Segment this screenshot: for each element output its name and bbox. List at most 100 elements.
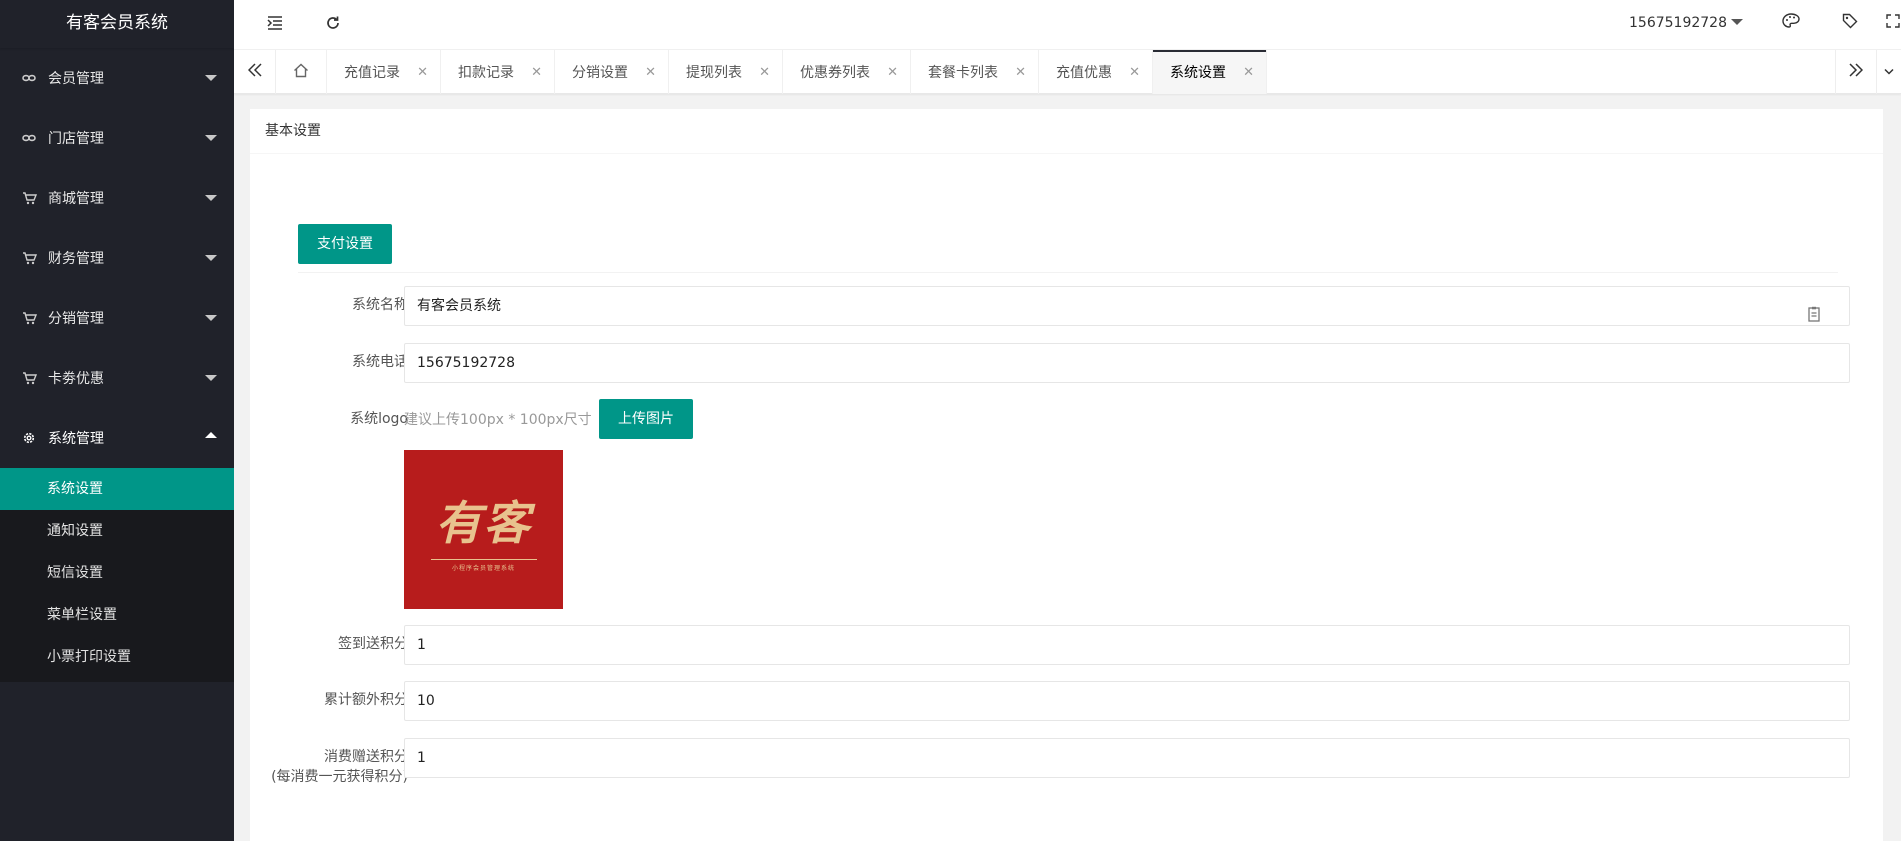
close-icon[interactable]: ✕ [887, 65, 898, 80]
logo-subtitle: 小程序会员管理系统 [451, 565, 515, 572]
fullscreen-button[interactable] [1884, 0, 1901, 46]
extra-points-input[interactable]: 10 [404, 681, 1850, 721]
cart-icon [20, 249, 38, 267]
sidebar-item-coupon[interactable]: 卡劵优惠 [0, 348, 234, 408]
signin-points-input[interactable]: 1 [404, 625, 1850, 665]
consume-points-input[interactable]: 1 [404, 738, 1850, 778]
chevron-up-icon [205, 432, 217, 438]
close-icon[interactable]: ✕ [1015, 65, 1026, 80]
refresh-button[interactable] [308, 0, 358, 50]
sidebar-item-label: 门店管理 [48, 131, 104, 147]
close-icon[interactable]: ✕ [1129, 65, 1140, 80]
palette-icon [1782, 13, 1800, 33]
system-phone-value: 15675192728 [417, 355, 515, 371]
system-phone-label: 系统电话 [352, 354, 408, 370]
sidebar-subitem-receipt-settings[interactable]: 小票打印设置 [0, 636, 234, 678]
tag-button[interactable] [1830, 0, 1870, 46]
close-icon[interactable]: ✕ [531, 65, 542, 80]
tab-system-settings[interactable]: 系统设置 ✕ [1153, 50, 1267, 94]
clipboard-icon [1807, 299, 1821, 322]
tab-label: 提现列表 [686, 65, 742, 81]
system-logo-label: 系统logo [350, 411, 408, 427]
close-icon[interactable]: ✕ [1243, 65, 1254, 80]
tabs-list: 充值记录 ✕ 扣款记录 ✕ 分销设置 ✕ 提现列表 ✕ 优惠券列表 ✕ 套餐卡列表 ✕ 充值… [276, 50, 1267, 94]
consume-points-value: 1 [417, 750, 426, 766]
tab-package-card-list[interactable]: 套餐卡列表 ✕ [911, 50, 1039, 94]
signin-points-value: 1 [417, 637, 426, 653]
basic-settings-card: 基本设置 支付设置 系统名称 有客会员系统 系统电话 15675192728 系… [250, 109, 1883, 841]
chevron-down-icon [1884, 64, 1894, 80]
chevron-down-icon [205, 315, 217, 321]
sidebar-item-member[interactable]: 会员管理 [0, 48, 234, 108]
user-menu[interactable]: 15675192728 [1629, 0, 1743, 46]
upload-image-button[interactable]: 上传图片 [599, 399, 693, 439]
tabs-scroll-right-button[interactable] [1835, 50, 1877, 94]
double-chevron-right-icon [1849, 63, 1864, 81]
chevron-down-icon [205, 75, 217, 81]
sidebar-subitem-sms-settings[interactable]: 短信设置 [0, 552, 234, 594]
sidebar-item-label: 会员管理 [48, 71, 104, 87]
system-name-value: 有客会员系统 [417, 298, 501, 314]
sidebar-subitem-notify-settings[interactable]: 通知设置 [0, 510, 234, 552]
pay-settings-bar: 支付设置 [298, 215, 1838, 273]
sidebar-item-label: 分销管理 [48, 311, 104, 327]
tab-label: 优惠券列表 [800, 65, 870, 81]
app-logo-title: 有客会员系统 [0, 0, 234, 48]
menu-toggle-button[interactable] [250, 0, 300, 50]
cart-icon [20, 189, 38, 207]
tab-home[interactable] [276, 50, 327, 94]
consume-points-label: 消费赠送积分 (每消费一元获得积分) [270, 747, 408, 787]
theme-button[interactable] [1771, 0, 1811, 46]
sidebar-item-finance[interactable]: 财务管理 [0, 228, 234, 288]
cart-icon [20, 309, 38, 327]
consume-points-label-main: 消费赠送积分 [324, 749, 408, 765]
sidebar-item-label: 系统管理 [48, 431, 104, 447]
close-icon[interactable]: ✕ [417, 65, 428, 80]
card-title: 基本设置 [250, 109, 1883, 154]
sidebar: 有客会员系统 会员管理 门店管理 商城管理 财务管理 分销管理 卡劵优惠 系统管… [0, 0, 234, 841]
sidebar-item-label: 商城管理 [48, 191, 104, 207]
sidebar-item-store[interactable]: 门店管理 [0, 108, 234, 168]
system-name-input[interactable]: 有客会员系统 [404, 286, 1850, 326]
sidebar-subitem-system-settings[interactable]: 系统设置 [0, 468, 234, 510]
tab-label: 系统设置 [1170, 65, 1226, 81]
system-phone-input[interactable]: 15675192728 [404, 343, 1850, 383]
top-header: 15675192728 [234, 0, 1901, 50]
double-chevron-left-icon [247, 63, 262, 81]
link-icon [20, 129, 38, 147]
pay-settings-button[interactable]: 支付设置 [298, 224, 392, 264]
tab-distribution-settings[interactable]: 分销设置 ✕ [555, 50, 669, 94]
logo-size-tip: 建议上传100px * 100px尺寸 [404, 412, 592, 428]
logo-text: 有客 [435, 496, 532, 550]
logo-preview: 有客 小程序会员管理系统 [404, 450, 563, 609]
sidebar-item-mall[interactable]: 商城管理 [0, 168, 234, 228]
extra-points-label: 累计额外积分 [324, 692, 408, 708]
chevron-down-icon [205, 375, 217, 381]
tab-recharge-offers[interactable]: 充值优惠 ✕ [1039, 50, 1153, 94]
close-icon[interactable]: ✕ [759, 65, 770, 80]
tab-coupon-list[interactable]: 优惠券列表 ✕ [783, 50, 911, 94]
fullscreen-icon [1885, 14, 1900, 32]
tab-label: 充值记录 [344, 65, 400, 81]
tabs-menu-button[interactable] [1877, 50, 1901, 94]
tab-withdraw-list[interactable]: 提现列表 ✕ [669, 50, 783, 94]
tab-recharge-records[interactable]: 充值记录 ✕ [327, 50, 441, 94]
logo-divider [430, 559, 537, 560]
refresh-icon [325, 15, 341, 35]
cart-icon [20, 369, 38, 387]
sidebar-subitem-menu-settings[interactable]: 菜单栏设置 [0, 594, 234, 636]
user-name: 15675192728 [1629, 15, 1727, 31]
system-name-label: 系统名称 [352, 297, 408, 313]
tab-deduction-records[interactable]: 扣款记录 ✕ [441, 50, 555, 94]
chevron-down-icon [205, 255, 217, 261]
tag-icon [1842, 13, 1858, 33]
tab-label: 扣款记录 [458, 65, 514, 81]
sidebar-item-distribution[interactable]: 分销管理 [0, 288, 234, 348]
sidebar-item-system[interactable]: 系统管理 [0, 408, 234, 468]
tabs-scroll-left-button[interactable] [234, 50, 276, 94]
tab-label: 分销设置 [572, 65, 628, 81]
gear-icon [20, 429, 38, 447]
tab-label: 套餐卡列表 [928, 65, 998, 81]
caret-down-icon [1730, 19, 1743, 25]
close-icon[interactable]: ✕ [645, 65, 656, 80]
